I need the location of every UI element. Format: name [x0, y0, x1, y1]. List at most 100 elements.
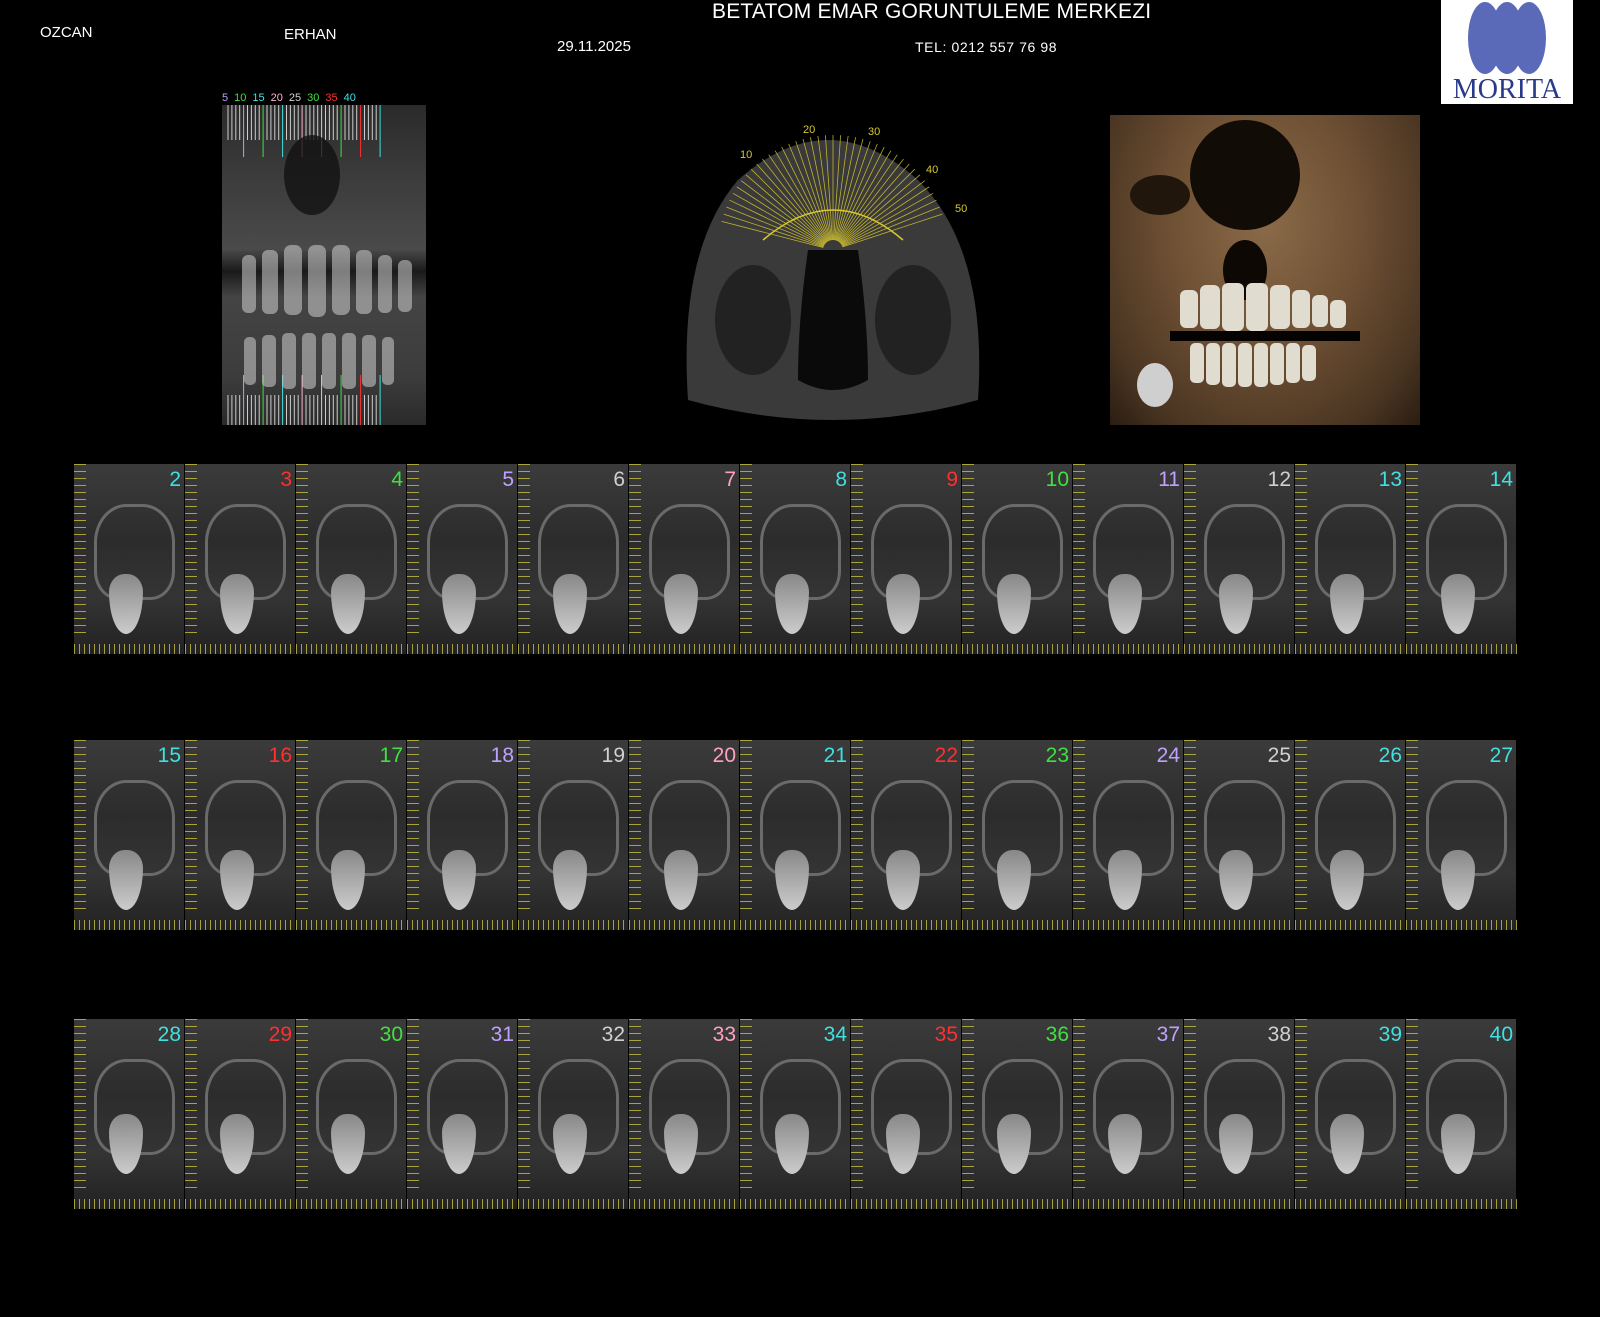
- panorama-scale-label: 35: [325, 92, 338, 104]
- slice-number: 38: [1267, 1023, 1291, 1046]
- cross-section-slice[interactable]: 22: [850, 740, 962, 930]
- tooth-root: [997, 574, 1031, 634]
- slice-vertical-ruler: [1184, 1019, 1196, 1191]
- slice-horizontal-ruler: [740, 644, 851, 654]
- slice-horizontal-ruler: [1184, 644, 1295, 654]
- slice-horizontal-ruler: [518, 644, 629, 654]
- slice-number: 10: [1045, 468, 1069, 491]
- slice-vertical-ruler: [185, 1019, 197, 1191]
- slice-vertical-ruler: [1073, 464, 1085, 636]
- cross-section-slice[interactable]: 4: [295, 464, 407, 654]
- slice-horizontal-ruler: [296, 644, 407, 654]
- slice-number: 2: [169, 468, 181, 491]
- cross-section-slice[interactable]: 30: [295, 1019, 407, 1209]
- cross-section-slice[interactable]: 38: [1183, 1019, 1295, 1209]
- cross-section-slice[interactable]: 34: [739, 1019, 851, 1209]
- slice-number: 37: [1156, 1023, 1180, 1046]
- slice-horizontal-ruler: [185, 644, 296, 654]
- cross-section-slice[interactable]: 8: [739, 464, 851, 654]
- cross-section-slice[interactable]: 10: [961, 464, 1073, 654]
- cross-section-slice[interactable]: 5: [406, 464, 518, 654]
- cross-section-slice[interactable]: 28: [73, 1019, 185, 1209]
- cross-section-slice[interactable]: 24: [1072, 740, 1184, 930]
- slice-number: 28: [157, 1023, 181, 1046]
- tooth-root: [442, 850, 476, 910]
- cross-section-slice[interactable]: 18: [406, 740, 518, 930]
- cross-section-slice[interactable]: 25: [1183, 740, 1295, 930]
- cross-section-slice[interactable]: 29: [184, 1019, 296, 1209]
- cross-section-slice[interactable]: 12: [1183, 464, 1295, 654]
- slice-vertical-ruler: [518, 464, 530, 636]
- tooth-root: [331, 850, 365, 910]
- cross-section-slice[interactable]: 11: [1072, 464, 1184, 654]
- cross-section-slice[interactable]: 6: [517, 464, 629, 654]
- cross-section-slice[interactable]: 20: [628, 740, 740, 930]
- slice-number: 25: [1267, 744, 1291, 767]
- tooth-root: [109, 850, 143, 910]
- cross-section-slice[interactable]: 40: [1405, 1019, 1517, 1209]
- cross-section-slice[interactable]: 3: [184, 464, 296, 654]
- cross-section-slice[interactable]: 26: [1294, 740, 1406, 930]
- slice-number: 12: [1267, 468, 1291, 491]
- tooth-root: [1219, 1114, 1253, 1174]
- panorama-scale-label: 15: [252, 92, 265, 104]
- 3d-render-view: [1110, 115, 1420, 425]
- cross-section-slice[interactable]: 17: [295, 740, 407, 930]
- panorama-scale-label: 10: [234, 92, 247, 104]
- slice-horizontal-ruler: [1295, 644, 1406, 654]
- tooth-root: [886, 1114, 920, 1174]
- cross-section-slice[interactable]: 13: [1294, 464, 1406, 654]
- slice-vertical-ruler: [518, 1019, 530, 1191]
- cross-section-slice[interactable]: 19: [517, 740, 629, 930]
- cross-section-row-3: 28 29 30 31 32 33 34 35 36 37 38 39 40: [73, 1019, 1517, 1209]
- slice-vertical-ruler: [518, 740, 530, 912]
- slice-vertical-ruler: [740, 464, 752, 636]
- cross-section-slice[interactable]: 37: [1072, 1019, 1184, 1209]
- cross-section-slice[interactable]: 27: [1405, 740, 1517, 930]
- tooth-root: [997, 1114, 1031, 1174]
- slice-number: 20: [712, 744, 736, 767]
- cross-section-slice[interactable]: 21: [739, 740, 851, 930]
- slice-horizontal-ruler: [851, 1199, 962, 1209]
- slice-number: 24: [1156, 744, 1180, 767]
- cross-section-slice[interactable]: 7: [628, 464, 740, 654]
- slice-horizontal-ruler: [1295, 1199, 1406, 1209]
- cross-section-row-2: 15 16 17 18 19 20 21 22 23 24 25 26 27: [73, 740, 1517, 930]
- slice-horizontal-ruler: [629, 1199, 740, 1209]
- slice-horizontal-ruler: [1073, 920, 1184, 930]
- cross-section-slice[interactable]: 35: [850, 1019, 962, 1209]
- slice-vertical-ruler: [1073, 1019, 1085, 1191]
- slice-horizontal-ruler: [962, 920, 1073, 930]
- slice-vertical-ruler: [407, 1019, 419, 1191]
- cross-section-slice[interactable]: 2: [73, 464, 185, 654]
- tooth-root: [553, 1114, 587, 1174]
- cross-section-slice[interactable]: 14: [1405, 464, 1517, 654]
- slice-number: 9: [946, 468, 958, 491]
- tooth-root: [1330, 1114, 1364, 1174]
- cross-section-slice[interactable]: 33: [628, 1019, 740, 1209]
- slice-vertical-ruler: [1184, 464, 1196, 636]
- slice-horizontal-ruler: [74, 1199, 185, 1209]
- cross-section-slice[interactable]: 31: [406, 1019, 518, 1209]
- cross-section-slice[interactable]: 15: [73, 740, 185, 930]
- slice-vertical-ruler: [1406, 1019, 1418, 1191]
- slice-number: 18: [490, 744, 514, 767]
- cross-section-slice[interactable]: 39: [1294, 1019, 1406, 1209]
- cross-section-slice[interactable]: 36: [961, 1019, 1073, 1209]
- slice-vertical-ruler: [1295, 740, 1307, 912]
- slice-vertical-ruler: [629, 464, 641, 636]
- slice-horizontal-ruler: [740, 920, 851, 930]
- slice-horizontal-ruler: [740, 1199, 851, 1209]
- tooth-root: [442, 574, 476, 634]
- slice-vertical-ruler: [407, 464, 419, 636]
- slice-vertical-ruler: [296, 740, 308, 912]
- cross-section-slice[interactable]: 23: [961, 740, 1073, 930]
- cross-section-slice[interactable]: 9: [850, 464, 962, 654]
- cross-section-slice[interactable]: 32: [517, 1019, 629, 1209]
- slice-horizontal-ruler: [518, 920, 629, 930]
- patient-first-name: OZCAN: [40, 24, 93, 41]
- slice-number: 19: [601, 744, 625, 767]
- cross-section-slice[interactable]: 16: [184, 740, 296, 930]
- slice-horizontal-ruler: [1073, 644, 1184, 654]
- slice-horizontal-ruler: [1073, 1199, 1184, 1209]
